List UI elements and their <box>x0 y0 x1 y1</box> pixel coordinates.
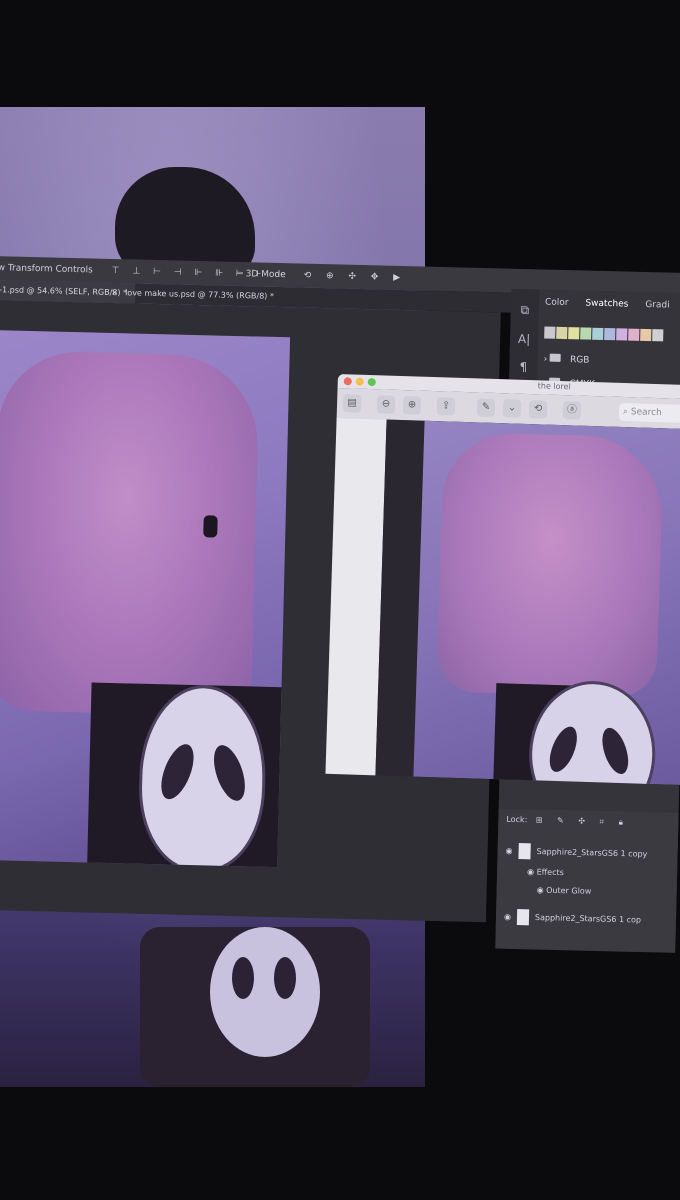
layer-thumbnail <box>516 909 530 926</box>
swatch[interactable] <box>556 326 568 340</box>
rotate-icon[interactable]: ⟲ <box>528 400 548 419</box>
sidebar-toggle-icon[interactable]: ▤ <box>342 394 362 413</box>
tab-close-icon[interactable]: × <box>111 283 118 303</box>
swatch-row[interactable] <box>544 324 664 342</box>
layer-outer-glow-row[interactable]: ◉ Outer Glow <box>537 885 592 895</box>
3d-mode-label: 3D Mode <box>245 269 286 281</box>
eye-icon[interactable]: ◉ <box>504 912 511 921</box>
close-button[interactable] <box>343 377 352 386</box>
minimize-button[interactable] <box>355 377 364 386</box>
layer-row[interactable]: ◉ Sapphire2_StarsGS6 1 cop <box>504 909 641 928</box>
eye-icon[interactable]: ◉ <box>537 885 544 894</box>
ghost-mask-lower <box>210 927 320 1057</box>
mask-eye <box>154 739 201 804</box>
swatch[interactable] <box>640 328 652 342</box>
layers-panel: Lock: ⊞ ✎ ✣ ⌗ 🔒︎ ◉ Sapphire2_StarsGS6 1 c… <box>495 808 679 953</box>
document-canvas[interactable] <box>0 329 291 868</box>
markup-icon[interactable]: ✎ <box>476 398 496 417</box>
tab-color[interactable]: Color <box>545 298 569 309</box>
swatch[interactable] <box>616 328 628 341</box>
preview-window: the lorel ▤ ⊖ ⊕ ⇪ ✎ ⌄ ⟲ ⓐ ⌕ Search <box>324 374 680 825</box>
outer-glow-label: Outer Glow <box>546 885 592 896</box>
pilcrow-icon[interactable]: ¶ <box>509 360 537 375</box>
transform-controls-label[interactable]: w Transform Controls <box>0 256 93 282</box>
swatch[interactable] <box>568 327 580 340</box>
layer-name: Sapphire2_StarsGS6 1 cop <box>534 912 642 925</box>
preview-torso <box>436 431 665 699</box>
zoom-button[interactable] <box>367 377 376 387</box>
annotate-icon[interactable]: ⓐ <box>562 401 582 420</box>
tab-gradients[interactable]: Gradi <box>645 300 670 311</box>
search-field[interactable]: ⌕ Search <box>618 402 680 424</box>
folder-label: RGB <box>569 355 590 366</box>
3d-tools-icons[interactable]: ⟲ ⊕ ✣ ✥ ▶ <box>303 264 406 290</box>
window-title: the lorel <box>537 381 571 392</box>
preview-image-area[interactable] <box>375 419 680 786</box>
swatch[interactable] <box>604 327 616 341</box>
search-placeholder: Search <box>630 407 662 419</box>
canvas-detail <box>203 515 218 538</box>
mask-eye <box>544 722 583 776</box>
swatch[interactable] <box>544 326 556 339</box>
share-icon[interactable]: ⇪ <box>436 397 456 416</box>
swatch[interactable] <box>652 329 664 342</box>
layer-thumbnail <box>518 843 531 860</box>
paragraph-icon[interactable]: A| <box>510 332 538 347</box>
canvas-torso <box>0 350 260 717</box>
layer-name: Sapphire2_StarsGS6 1 copy <box>536 846 648 859</box>
zoom-out-icon[interactable]: ⊖ <box>376 395 396 414</box>
mask-eye <box>597 724 634 778</box>
swatch[interactable] <box>580 327 592 340</box>
mask-eye <box>207 741 252 805</box>
tab-swatches[interactable]: Swatches <box>585 299 628 310</box>
zoom-in-icon[interactable]: ⊕ <box>402 396 422 415</box>
preview-image <box>413 420 680 786</box>
chevron-down-icon[interactable]: ⌄ <box>502 399 522 418</box>
swatch-folder-rgb[interactable]: › RGB <box>543 353 590 366</box>
eye-icon[interactable]: ◉ <box>506 846 513 855</box>
swatch[interactable] <box>628 328 640 341</box>
mask-eye <box>232 957 254 999</box>
mask-eye <box>274 957 296 999</box>
folder-icon <box>550 353 562 362</box>
layer-effects-row[interactable]: ◉ Effects <box>527 867 564 877</box>
layer-row[interactable]: ◉ Sapphire2_StarsGS6 1 copy <box>505 843 647 862</box>
effects-label: Effects <box>536 867 564 878</box>
panel-tabs: Color Swatches Gradi <box>545 298 680 311</box>
chevron-right-icon: › <box>543 354 548 365</box>
swatch[interactable] <box>592 327 604 340</box>
eye-icon[interactable]: ◉ <box>527 867 534 876</box>
adjust-icon[interactable]: ⧉ <box>511 303 539 319</box>
